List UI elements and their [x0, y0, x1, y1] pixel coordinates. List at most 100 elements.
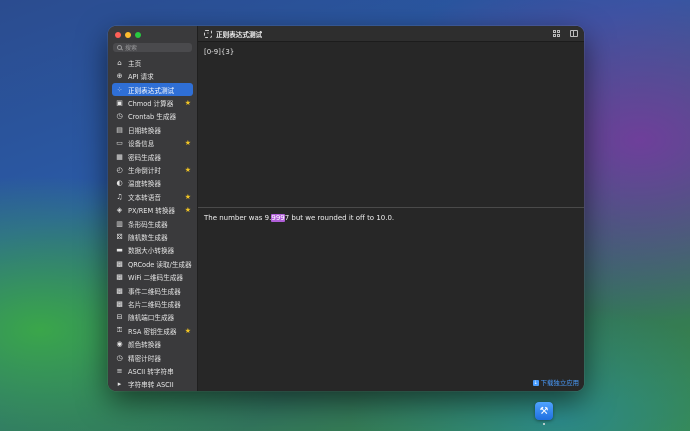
sidebar-item-icon: ▭: [116, 139, 123, 148]
sidebar-item[interactable]: ▦ 密码生成器: [112, 150, 193, 163]
sidebar-item[interactable]: ▥ 条形码生成器: [112, 217, 193, 230]
minimize-button[interactable]: [125, 32, 131, 38]
sidebar-item-icon: ⌂: [117, 58, 122, 67]
sidebar-item-label: 名片二维码生成器: [128, 300, 181, 309]
sidebar-item-label: API 请求: [128, 73, 154, 82]
regex-pattern: [0-9]{3}: [204, 48, 235, 56]
page-title: 正则表达式测试: [216, 30, 263, 39]
sidebar-item[interactable]: ⁘ 正则表达式测试: [112, 83, 193, 97]
favorite-star-icon[interactable]: ★: [185, 206, 191, 214]
sidebar-item-icon: ▣: [116, 99, 123, 108]
sidebar-item[interactable]: ◐ 温度转换器: [112, 177, 193, 190]
favorite-star-icon[interactable]: ★: [185, 166, 191, 174]
download-icon: ↓: [532, 379, 539, 386]
sidebar-item-label: 温度转换器: [128, 180, 161, 189]
sidebar-item-label: RSA 密钥生成器: [128, 327, 177, 336]
regex-pattern-editor[interactable]: [0-9]{3}: [198, 42, 584, 208]
main-panel: · 正则表达式测试 [0-9]{3} The number was 9.9997…: [198, 26, 584, 391]
sidebar-toggle-icon[interactable]: [570, 30, 578, 37]
sidebar-item-icon: ⁘: [116, 85, 123, 94]
sidebar-item-icon: ▦: [116, 152, 123, 161]
sidebar-item-label: 文本转语音: [128, 193, 161, 202]
test-text-area[interactable]: The number was 9.9997 but we rounded it …: [198, 208, 584, 391]
sidebar-item-label: 颜色转换器: [128, 341, 161, 350]
sidebar-item[interactable]: ⚄ 随机数生成器: [112, 230, 193, 243]
sidebar-item[interactable]: ◷ 精密计时器: [112, 351, 193, 364]
sidebar-item-label: Crontab 生成器: [128, 113, 177, 122]
sidebar-item-icon: ≡: [116, 366, 123, 375]
grid-view-icon[interactable]: [553, 30, 561, 37]
sidebar-item[interactable]: ⌂ 主页: [112, 56, 193, 69]
sidebar-item-icon: ◉: [116, 340, 123, 349]
sidebar-item-label: 精密计时器: [128, 354, 161, 363]
match-highlight: 999: [271, 214, 285, 222]
sidebar-item-icon: ◐: [116, 179, 123, 188]
sidebar-item[interactable]: ⊟ 随机端口生成器: [112, 311, 193, 324]
sidebar-item[interactable]: ♫ 文本转语音 ★: [112, 190, 193, 203]
window-controls: [108, 26, 197, 42]
sidebar-item-icon: ▩: [116, 299, 123, 308]
sidebar-item[interactable]: ▩ 事件二维码生成器: [112, 284, 193, 297]
sidebar-item[interactable]: ◷ Crontab 生成器: [112, 110, 193, 123]
zoom-button[interactable]: [135, 32, 141, 38]
favorite-star-icon[interactable]: ★: [185, 327, 191, 335]
sidebar-item-label: 数据大小转换器: [128, 247, 175, 256]
sidebar-item[interactable]: ◴ 生命倒计时 ★: [112, 163, 193, 176]
sidebar-item-icon: ⊟: [116, 313, 123, 322]
title-bar: · 正则表达式测试: [198, 26, 584, 42]
sidebar-item[interactable]: ⚿ RSA 密钥生成器 ★: [112, 324, 193, 337]
sidebar-item[interactable]: ▩ WiFi 二维码生成器: [112, 270, 193, 283]
download-label: 下载独立应用: [540, 379, 579, 387]
sidebar-item[interactable]: ▭ 设备信息 ★: [112, 137, 193, 150]
sidebar-item[interactable]: ◈ PX/REM 转换器 ★: [112, 204, 193, 217]
sidebar-item-icon: ▩: [116, 286, 123, 295]
favorite-star-icon[interactable]: ★: [185, 139, 191, 147]
sidebar-item-icon: ▤: [116, 125, 123, 134]
sidebar-item-icon: ▸: [117, 380, 122, 389]
sidebar-item-icon: ▩: [116, 259, 123, 268]
sidebar-nav: ⌂ 主页 ⊕ API 请求 ⁘ 正则表达式测试 ▣ Chmod 计算器 ★ ◷ Crontab 生成…: [108, 56, 197, 391]
sidebar-item-label: Chmod 计算器: [128, 100, 174, 109]
regex-icon: ·: [204, 29, 212, 38]
sidebar-item-label: 密码生成器: [128, 153, 161, 162]
dock-app-icon[interactable]: ⚒: [535, 402, 553, 420]
sidebar-item-icon: ⚿: [116, 326, 123, 335]
sidebar-item-label: PX/REM 转换器: [128, 207, 176, 216]
search-icon: [117, 44, 122, 50]
download-standalone-link[interactable]: ↓ 下载独立应用: [532, 378, 579, 387]
sidebar-item-label: 设备信息: [128, 140, 155, 149]
sidebar-item[interactable]: ▬ 数据大小转换器: [112, 244, 193, 257]
sidebar: 搜索 ⌂ 主页 ⊕ API 请求 ⁘ 正则表达式测试 ▣ Chmod 计算器 ★ ◷ Crontab…: [108, 26, 198, 391]
sidebar-item-icon: ◷: [116, 353, 123, 362]
sidebar-item-label: 主页: [128, 59, 142, 68]
sidebar-item-label: 事件二维码生成器: [128, 287, 181, 296]
sidebar-item[interactable]: ▣ Chmod 计算器 ★: [112, 96, 193, 109]
sidebar-item-icon: ♫: [116, 192, 123, 201]
sidebar-item[interactable]: ▸ 字符串转 ASCII: [112, 378, 193, 391]
sidebar-item-label: 条形码生成器: [128, 220, 168, 229]
dock-running-indicator: [543, 423, 545, 425]
sidebar-item-label: 日期转换器: [128, 126, 161, 135]
sidebar-item-icon: ◷: [116, 112, 123, 121]
sidebar-item-label: QRCode 读取/生成器: [128, 260, 192, 269]
sidebar-item-label: 随机端口生成器: [128, 314, 175, 323]
sidebar-item-label: WiFi 二维码生成器: [128, 274, 184, 283]
sidebar-item[interactable]: ▩ 名片二维码生成器: [112, 297, 193, 310]
sidebar-item-label: 正则表达式测试: [128, 86, 175, 95]
search-input[interactable]: 搜索: [113, 42, 192, 53]
favorite-star-icon[interactable]: ★: [185, 193, 191, 201]
sidebar-item-icon: ◴: [116, 166, 123, 175]
favorite-star-icon[interactable]: ★: [185, 99, 191, 107]
sidebar-item-icon: ▬: [116, 246, 123, 255]
sidebar-item[interactable]: ▤ 日期转换器: [112, 123, 193, 136]
sidebar-item-icon: ▥: [116, 219, 123, 228]
close-button[interactable]: [115, 32, 121, 38]
sidebar-item-icon: ◈: [116, 206, 123, 215]
search-placeholder: 搜索: [125, 44, 138, 52]
sidebar-item[interactable]: ◉ 颜色转换器: [112, 337, 193, 350]
app-window: 搜索 ⌂ 主页 ⊕ API 请求 ⁘ 正则表达式测试 ▣ Chmod 计算器 ★ ◷ Crontab…: [108, 26, 584, 391]
sidebar-item[interactable]: ≡ ASCII 转字符串: [112, 364, 193, 377]
sidebar-item[interactable]: ⊕ API 请求: [112, 70, 193, 83]
sidebar-item-label: ASCII 转字符串: [128, 367, 174, 376]
sidebar-item[interactable]: ▩ QRCode 读取/生成器: [112, 257, 193, 270]
